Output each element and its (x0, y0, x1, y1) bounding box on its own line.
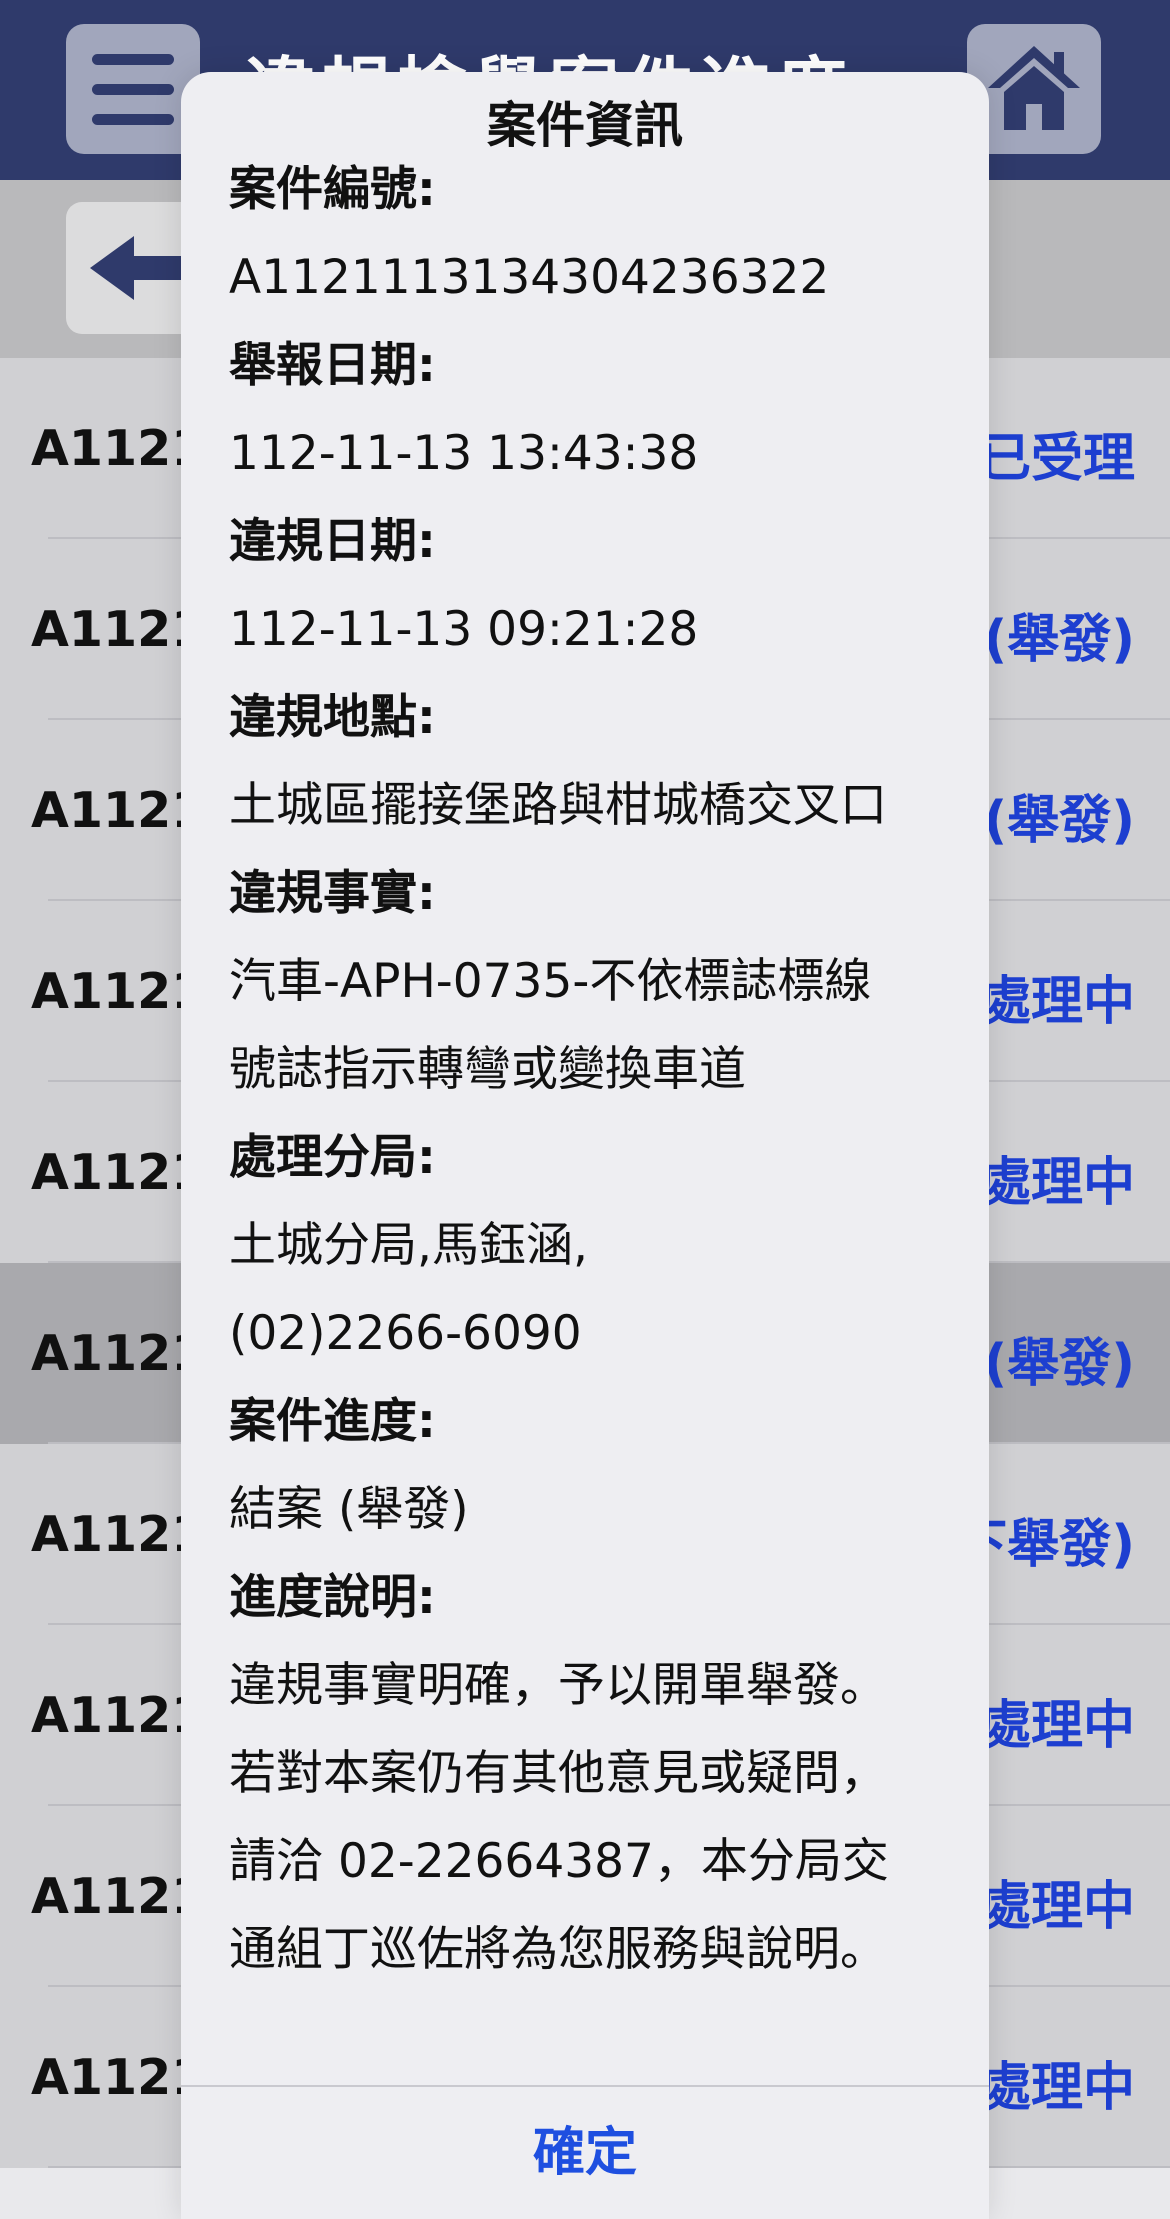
field-label: 處理分局: (229, 1130, 436, 1185)
field-label: 進度說明: (229, 1570, 436, 1625)
field-label: 違規地點: (229, 690, 436, 745)
field-value: 112-11-13 13:43:38 (229, 426, 699, 481)
field-value: 違規事實明確，予以開單舉發。 (229, 1658, 887, 1713)
case-status: 處理中 (978, 2058, 1135, 2118)
back-arrow-icon (90, 236, 192, 300)
confirm-button[interactable]: 確定 (181, 2087, 989, 2219)
field-value: 汽車-APH-0735-不依標誌標線 (229, 954, 872, 1009)
field-label: 違規日期: (229, 514, 436, 569)
field-value: 結案 (舉發) (229, 1482, 469, 1537)
case-status: 已受理 (978, 429, 1135, 489)
field-value: 土城分局,馬鈺涵, (229, 1218, 588, 1273)
case-status: 處理中 (978, 1877, 1135, 1937)
field-label: 違規事實: (229, 866, 436, 921)
field-label: 舉報日期: (229, 338, 436, 393)
field-value: (02)2266-6090 (229, 1306, 582, 1361)
field-value: 通組丁巡佐將為您服務與說明。 (229, 1922, 887, 1977)
field-value: 請洽 02-22664387，本分局交 (229, 1834, 889, 1889)
case-status: (舉發) (983, 1334, 1135, 1394)
field-value: 號誌指示轉彎或變換車道 (229, 1042, 746, 1097)
home-icon (988, 46, 1080, 130)
field-value: 若對本案仍有其他意見或疑問， (229, 1746, 887, 1801)
case-status: (舉發) (983, 791, 1135, 851)
field-label: 案件編號: (229, 162, 436, 217)
menu-button[interactable] (66, 24, 200, 154)
case-status: 處理中 (978, 1153, 1135, 1213)
case-status: 處理中 (978, 1696, 1135, 1756)
case-info-dialog: 案件資訊 案件編號: A112111313430423632​2 舉報日期: 112-… (181, 72, 989, 2219)
field-value: A112111313430423632​2 (229, 250, 830, 305)
field-label: 案件進度: (229, 1394, 436, 1449)
field-value: 土城區擺接堡路與柑城橋交叉口 (229, 778, 887, 833)
field-value: 112-11-13 09:21:28 (229, 602, 699, 657)
case-status: (舉發) (983, 610, 1135, 670)
dialog-message: 案件編號: A112111313430423632​2 舉報日期: 112-11-13… (229, 146, 959, 1994)
case-status: 處理中 (978, 972, 1135, 1032)
